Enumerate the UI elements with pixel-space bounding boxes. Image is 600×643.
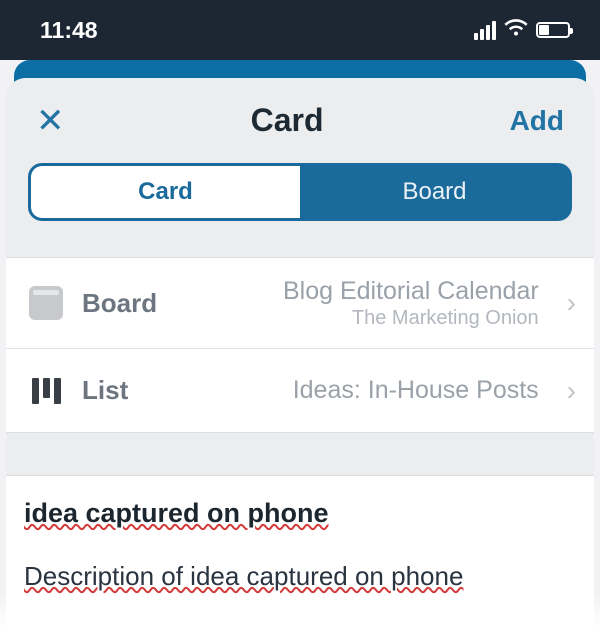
add-button[interactable]: Add xyxy=(510,105,564,137)
card-text-fields: idea captured on phone Description of id… xyxy=(6,475,594,632)
board-row-value: Blog Editorial Calendar The Marketing On… xyxy=(200,276,549,330)
card-description-input[interactable]: Description of idea captured on phone xyxy=(24,561,576,592)
status-indicators xyxy=(474,17,570,44)
chevron-right-icon: › xyxy=(567,287,576,319)
segment-board-label: Board xyxy=(402,178,466,206)
list-selector-row[interactable]: List Ideas: In-House Posts › xyxy=(6,348,594,432)
list-row-value-main: Ideas: In-House Posts xyxy=(200,375,539,406)
segmented-control[interactable]: Card Board xyxy=(28,163,572,221)
card-title-input[interactable]: idea captured on phone xyxy=(24,494,576,537)
battery-icon xyxy=(536,22,570,38)
status-time: 11:48 xyxy=(40,17,98,44)
destination-rows: Board Blog Editorial Calendar The Market… xyxy=(6,257,594,433)
board-row-label: Board xyxy=(82,288,182,319)
close-icon[interactable]: ✕ xyxy=(36,104,65,138)
board-selector-row[interactable]: Board Blog Editorial Calendar The Market… xyxy=(6,258,594,348)
board-row-value-sub: The Marketing Onion xyxy=(200,307,539,330)
modal-title: Card xyxy=(251,102,324,139)
segment-card[interactable]: Card xyxy=(31,166,300,218)
modal-header: ✕ Card Add xyxy=(6,78,594,157)
board-icon xyxy=(28,285,64,321)
chevron-right-icon: › xyxy=(567,375,576,407)
list-row-value: Ideas: In-House Posts xyxy=(200,375,549,406)
status-bar: 11:48 xyxy=(0,0,600,60)
board-row-value-main: Blog Editorial Calendar xyxy=(200,276,539,307)
list-row-label: List xyxy=(82,375,182,406)
wifi-icon xyxy=(504,17,528,44)
cellular-signal-icon xyxy=(474,21,496,40)
create-card-modal: ✕ Card Add Card Board Board Blog Editori… xyxy=(6,78,594,632)
segment-board[interactable]: Board xyxy=(300,166,569,218)
segment-card-label: Card xyxy=(138,178,193,206)
list-icon xyxy=(28,373,64,409)
